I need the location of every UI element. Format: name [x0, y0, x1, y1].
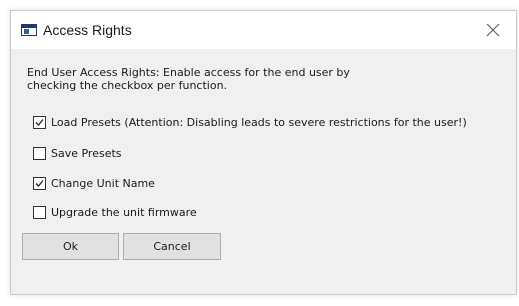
change-unit-name-checkbox[interactable]	[33, 176, 46, 190]
save-presets-checkbox[interactable]	[33, 146, 46, 160]
description-text: End User Access Rights: Enable access fo…	[27, 66, 350, 92]
upgrade-firmware-checkbox[interactable]	[33, 205, 46, 219]
close-button[interactable]	[470, 11, 516, 49]
upgrade-firmware-label: Upgrade the unit firmware	[51, 205, 197, 219]
window-title: Access Rights	[43, 22, 132, 38]
load-presets-option[interactable]: Load Presets (Attention: Disabling leads…	[33, 114, 467, 130]
checkmark-icon	[35, 179, 44, 187]
checkmark-icon	[35, 118, 44, 126]
load-presets-label: Load Presets (Attention: Disabling leads…	[51, 115, 467, 129]
save-presets-option[interactable]: Save Presets	[33, 145, 122, 161]
ok-button[interactable]: Ok	[22, 233, 119, 260]
app-window-icon	[21, 24, 37, 36]
load-presets-checkbox[interactable]	[33, 115, 46, 129]
cancel-button[interactable]: Cancel	[123, 233, 221, 260]
access-rights-dialog: Access Rights End User Access Rights: En…	[10, 10, 517, 295]
change-unit-name-option[interactable]: Change Unit Name	[33, 175, 155, 191]
title-bar: Access Rights	[11, 11, 516, 49]
upgrade-firmware-option[interactable]: Upgrade the unit firmware	[33, 204, 197, 220]
close-icon	[486, 23, 500, 37]
change-unit-name-label: Change Unit Name	[51, 176, 155, 190]
save-presets-label: Save Presets	[51, 146, 122, 160]
